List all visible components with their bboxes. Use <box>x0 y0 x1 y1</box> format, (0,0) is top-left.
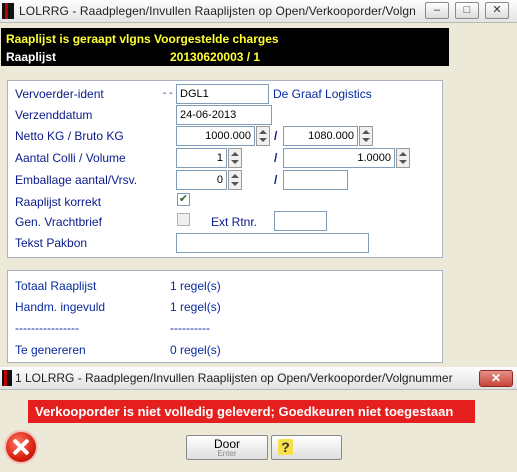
status-message: Raaplijst is geraapt vlgns Voorgestelde … <box>6 32 279 46</box>
raaplijst-korrekt-label: Raaplijst korrekt <box>15 195 102 209</box>
error-icon <box>6 432 36 462</box>
dialog-title: 1 LOLRRG - Raadplegen/Invullen Raaplijst… <box>15 371 453 385</box>
vervoerder-lookup-dashes: - - <box>163 88 173 99</box>
close-button[interactable]: ✕ <box>485 2 509 19</box>
window-title-bar[interactable]: LOLRRG - Raadplegen/Invullen Raaplijsten… <box>0 0 517 23</box>
handm-ingevuld-label: Handm. ingevuld <box>15 300 106 314</box>
emballage-aantal-input[interactable]: 0 <box>176 170 227 190</box>
status-header: Raaplijst is geraapt vlgns Voorgestelde … <box>1 28 449 66</box>
emballage-vrsv-input[interactable] <box>283 170 348 190</box>
summary-separator-left: ---------------- <box>15 321 79 335</box>
netto-bruto-slash: / <box>274 129 278 143</box>
raaplijst-label: Raaplijst <box>6 50 57 64</box>
gen-vrachtbrief-checkbox[interactable] <box>177 213 190 226</box>
dialog-title-bar[interactable]: 1 LOLRRG - Raadplegen/Invullen Raaplijst… <box>0 367 517 390</box>
netto-bruto-label: Netto KG / Bruto KG <box>15 129 124 143</box>
aantal-colli-input[interactable]: 1 <box>176 148 227 168</box>
door-button-shortcut: Enter <box>217 449 237 458</box>
error-banner: Verkooporder is niet volledig geleverd; … <box>28 400 475 423</box>
minimize-button[interactable]: – <box>425 2 449 19</box>
bruto-kg-input[interactable]: 1080.000 <box>283 126 358 146</box>
help-icon: ? <box>278 439 293 455</box>
volume-spinner[interactable] <box>396 148 410 168</box>
verzenddatum-input[interactable]: 24-06-2013 <box>176 105 272 125</box>
dialog-close-button[interactable]: ✕ <box>479 370 513 387</box>
totaal-raaplijst-label: Totaal Raaplijst <box>15 279 97 293</box>
tekst-pakbon-label: Tekst Pakbon <box>15 236 88 250</box>
raaplijst-korrekt-checkbox[interactable]: ✔ <box>177 193 190 206</box>
app-icon <box>2 3 14 19</box>
door-button[interactable]: Door Enter <box>186 435 268 460</box>
error-message: Verkooporder is niet volledig geleverd; … <box>35 404 454 419</box>
emballage-aantal-spinner[interactable] <box>228 170 242 190</box>
te-genereren-value: 0 regel(s) <box>170 343 221 357</box>
colli-volume-label: Aantal Colli / Volume <box>15 151 126 165</box>
check-icon: ✔ <box>178 193 189 205</box>
netto-kg-input[interactable]: 1000.000 <box>176 126 255 146</box>
summary-separator-right: ---------- <box>170 321 210 335</box>
vervoerder-input[interactable]: DGL1 <box>176 84 269 104</box>
window-title: LOLRRG - Raadplegen/Invullen Raaplijsten… <box>19 4 416 18</box>
vervoerder-name: De Graaf Logistics <box>273 87 372 101</box>
help-button[interactable]: ? <box>271 435 342 460</box>
vervoerder-label: Vervoerder-ident <box>15 87 104 101</box>
totaal-raaplijst-value: 1 regel(s) <box>170 279 221 293</box>
emballage-label: Emballage aantal/Vrsv. <box>15 173 138 187</box>
aantal-colli-spinner[interactable] <box>228 148 242 168</box>
volume-input[interactable]: 1.0000 <box>283 148 395 168</box>
netto-kg-spinner[interactable] <box>256 126 270 146</box>
raaplijst-value: 20130620003 / 1 <box>170 50 261 64</box>
emballage-slash: / <box>274 173 278 187</box>
te-genereren-label: Te genereren <box>15 343 86 357</box>
maximize-button[interactable]: □ <box>455 2 479 19</box>
ext-rtnr-input[interactable] <box>274 211 327 231</box>
bruto-kg-spinner[interactable] <box>359 126 373 146</box>
handm-ingevuld-value: 1 regel(s) <box>170 300 221 314</box>
gen-vrachtbrief-label: Gen. Vrachtbrief <box>15 215 102 229</box>
dialog-app-icon <box>2 370 12 386</box>
verzenddatum-label: Verzenddatum <box>15 108 93 122</box>
tekst-pakbon-input[interactable] <box>176 233 369 253</box>
ext-rtnr-label: Ext Rtnr. <box>211 215 258 229</box>
colli-volume-slash: / <box>274 151 278 165</box>
